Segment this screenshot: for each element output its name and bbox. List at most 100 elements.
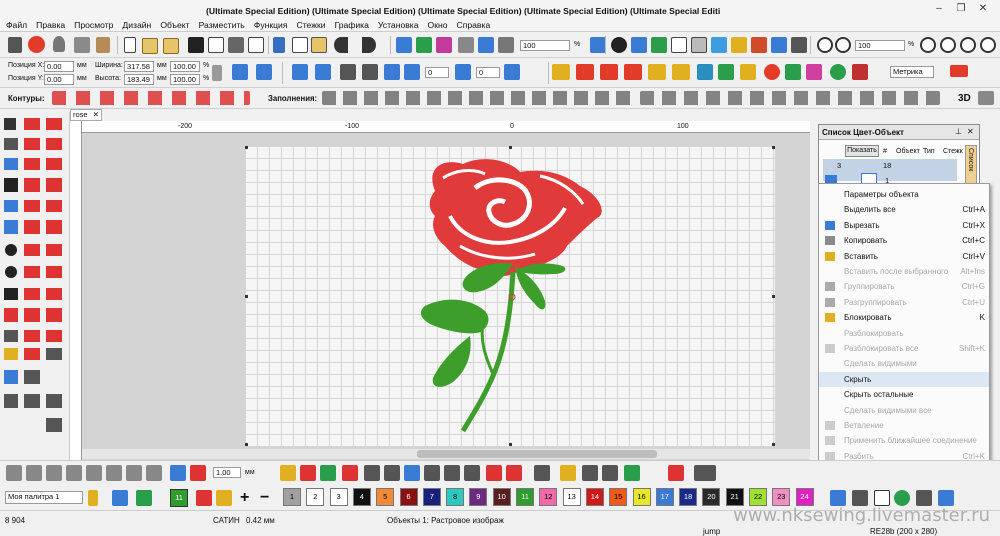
wrench-icon[interactable] [8, 37, 22, 53]
color-line-icon[interactable] [190, 465, 206, 481]
outline-icon[interactable] [24, 200, 40, 212]
color-swatch[interactable]: 5 [376, 488, 395, 506]
arrange-icon[interactable] [256, 64, 272, 80]
menu-item-11[interactable]: Справка [457, 20, 491, 30]
add-color-icon[interactable]: + [240, 490, 249, 506]
grid-icon[interactable] [631, 37, 647, 53]
tool-k-icon[interactable] [534, 465, 550, 481]
monogram-icon[interactable] [764, 64, 780, 80]
mirror-h-icon[interactable] [292, 64, 308, 80]
restore-button[interactable]: ❐ [950, 3, 972, 14]
color-swatch[interactable]: 4 [352, 488, 371, 506]
redo-icon[interactable] [362, 37, 376, 53]
document-icon[interactable] [671, 37, 687, 53]
color-swatch[interactable]: 8 [446, 488, 465, 506]
color-swatch[interactable]: 10 [492, 488, 511, 506]
slant-icon[interactable] [504, 64, 520, 80]
print-icon[interactable] [228, 37, 244, 53]
color-swatch[interactable]: 13 [562, 488, 581, 506]
object-6-icon[interactable] [106, 465, 122, 481]
star-tool-icon[interactable] [4, 288, 18, 300]
rose-design[interactable] [245, 146, 775, 446]
selection-handle[interactable] [509, 443, 512, 446]
shirt-icon[interactable] [785, 64, 801, 80]
magnifier-icon[interactable] [817, 37, 833, 53]
hoop-icon[interactable] [458, 37, 474, 53]
context-item-9[interactable]: Разблокировать [819, 326, 989, 341]
chain-icon[interactable] [24, 308, 40, 322]
menu-item-6[interactable]: Функция [254, 20, 288, 30]
palette-b-icon[interactable] [112, 490, 128, 506]
units-select[interactable]: Метрика [890, 66, 934, 78]
color-swatch[interactable]: 1 [283, 488, 301, 506]
feather-tool-icon[interactable] [46, 418, 62, 432]
menu-item-4[interactable]: Объект [160, 20, 189, 30]
flower-icon[interactable] [46, 244, 62, 256]
menu-item-7[interactable]: Стежки [297, 20, 326, 30]
selection-handle[interactable] [245, 443, 248, 446]
3d-view-button[interactable]: 3D [958, 93, 971, 104]
measure-icon[interactable] [24, 394, 40, 408]
rotate-ccw-icon[interactable] [404, 64, 420, 80]
arrow-icon[interactable] [46, 158, 62, 170]
tool-j-icon[interactable] [506, 465, 522, 481]
color-swatch[interactable]: 12 [539, 488, 558, 506]
tool-l-icon[interactable] [560, 465, 576, 481]
menu-item-9[interactable]: Установка [378, 20, 419, 30]
context-item-2[interactable]: Вырезать Ctrl+X [819, 218, 989, 233]
sliders-icon[interactable] [582, 465, 598, 481]
leaf-pattern-icon[interactable] [600, 64, 618, 80]
rgb-wheel-icon[interactable] [894, 490, 910, 506]
context-item-10[interactable]: Разблокировать все Shift+K [819, 341, 989, 356]
machine-icon[interactable] [498, 37, 514, 53]
branch-icon[interactable] [46, 330, 62, 342]
context-item-6[interactable]: Группировать Ctrl+G [819, 279, 989, 294]
zoom-field-2[interactable]: 100 [855, 40, 905, 51]
eraser-icon[interactable] [46, 348, 62, 360]
contour-tool-icon[interactable] [24, 348, 40, 360]
panel-close-icon[interactable]: ✕ [967, 127, 974, 136]
stitch-edit-icon[interactable] [46, 118, 62, 130]
applique-icon[interactable] [718, 64, 734, 80]
tab-close-icon[interactable]: ✕ [93, 110, 99, 119]
selection-handle[interactable] [245, 295, 248, 298]
object-2-icon[interactable] [26, 465, 42, 481]
shirt-color-icon[interactable] [136, 490, 152, 506]
pin-icon[interactable]: ⊥ [955, 127, 962, 136]
tool-o-icon[interactable] [694, 465, 716, 481]
context-item-7[interactable]: Разгруппировать Ctrl+U [819, 295, 989, 310]
pos-y-field[interactable]: 0.00 [44, 74, 74, 85]
lettering-tool-icon[interactable] [4, 158, 18, 170]
grid-settings-icon[interactable] [791, 37, 807, 53]
palette-a-icon[interactable] [88, 490, 98, 506]
wave-pattern-icon[interactable] [648, 64, 666, 80]
zoom-field-1[interactable]: 100 [520, 40, 570, 51]
circle-tool-icon[interactable] [5, 244, 17, 256]
picture-icon[interactable] [624, 465, 640, 481]
hoop-tool-icon[interactable] [4, 394, 18, 408]
tool-n-icon[interactable] [668, 465, 684, 481]
table-icon[interactable] [691, 37, 707, 53]
monogram-tool-icon[interactable] [4, 200, 18, 212]
color-swatch[interactable]: 17 [655, 488, 674, 506]
frame-icon[interactable] [697, 64, 713, 80]
tool-b-icon[interactable] [342, 465, 358, 481]
polygon-icon[interactable] [46, 178, 62, 192]
fill-pattern-icon[interactable] [552, 64, 570, 80]
lock-proportions-icon[interactable] [212, 65, 222, 81]
menu-item-5[interactable]: Разместить [199, 20, 245, 30]
curve-icon[interactable] [24, 158, 40, 170]
angle-field-1[interactable]: 0 [425, 67, 449, 78]
new-file-icon[interactable] [124, 37, 136, 53]
zoom-out-icon[interactable] [940, 37, 956, 53]
brush-icon[interactable] [24, 370, 40, 384]
export-icon[interactable] [478, 37, 494, 53]
person-icon[interactable] [751, 37, 767, 53]
triangle-icon[interactable] [24, 178, 40, 192]
color-swatch[interactable]: 22 [749, 488, 767, 506]
hand-icon[interactable] [96, 37, 110, 53]
colors-icon[interactable] [436, 37, 452, 53]
color-swatch[interactable]: 6 [399, 488, 418, 506]
column-icon[interactable] [46, 200, 62, 212]
rotate-cw-icon[interactable] [455, 64, 471, 80]
